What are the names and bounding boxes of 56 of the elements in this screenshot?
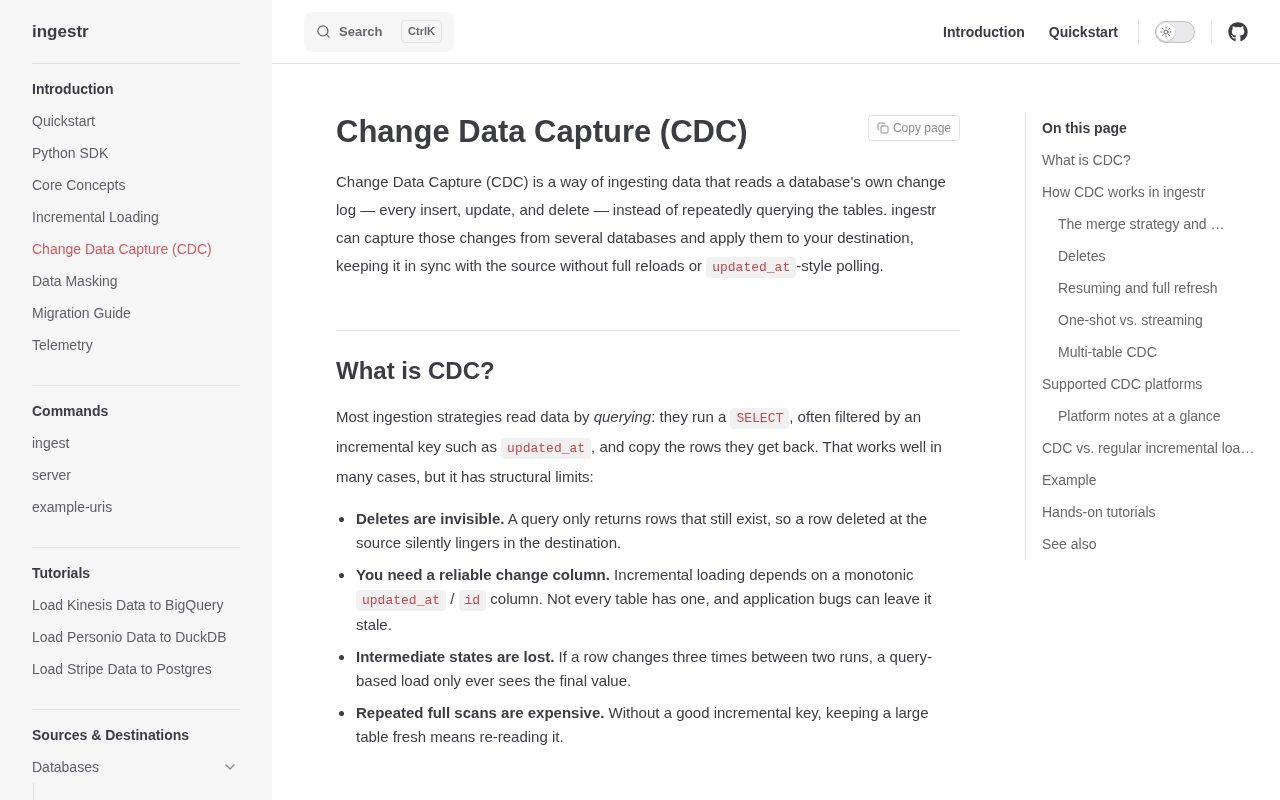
sidebar-group[interactable]: Databases — [32, 757, 240, 777]
page-title: Change Data Capture (CDC) — [336, 113, 748, 151]
toc-link[interactable]: Example — [1042, 470, 1097, 490]
sidebar-link[interactable]: Migration Guide — [32, 303, 131, 323]
sidebar-link[interactable]: Load Stripe Data to Postgres — [32, 659, 212, 679]
toc-link[interactable]: Platform notes at a glance — [1058, 406, 1221, 426]
sidebar-link[interactable]: example-uris — [32, 497, 113, 517]
bullet-icon — [339, 711, 344, 716]
toc-link[interactable]: See also — [1042, 534, 1097, 554]
sidebar-link[interactable]: Load Personio Data to DuckDB — [32, 627, 227, 647]
bullet-icon — [339, 517, 344, 522]
toc-link[interactable]: How CDC works in ingestr — [1042, 182, 1206, 202]
toc-link[interactable]: CDC vs. regular incremental loa… — [1042, 438, 1255, 458]
toc-link[interactable]: Hands-on tutorials — [1042, 502, 1156, 522]
list-item-text: Deletes are invisible. A query only returns rows that still exist, so a row deleted at the source silently lingers in the destination. — [356, 509, 929, 553]
toc-link[interactable]: Multi-table CDC — [1058, 342, 1157, 362]
toc-link[interactable]: One-shot vs. streaming — [1058, 310, 1203, 330]
sidebar-link[interactable]: Telemetry — [32, 335, 93, 355]
toc-link[interactable]: The merge strategy and … — [1058, 214, 1225, 234]
sidebar-link[interactable]: Core Concepts — [32, 175, 126, 195]
theme-toggle[interactable] — [1155, 20, 1195, 43]
section-heading: What is CDC? — [336, 356, 496, 386]
sidebar-link[interactable]: Quickstart — [32, 111, 95, 131]
sun-icon — [1160, 25, 1172, 38]
nav-link[interactable]: Introduction — [943, 21, 1025, 42]
toc-heading: On this page — [1042, 119, 1127, 138]
copy-icon — [876, 122, 889, 134]
sidebar-link[interactable]: ingest — [32, 433, 70, 453]
sidebar-section-heading: Commands — [32, 402, 109, 421]
sidebar-section-heading: Introduction — [32, 80, 114, 99]
sidebar-link[interactable]: Load Kinesis Data to BigQuery — [32, 595, 224, 615]
copy-page-button[interactable]: Copy page — [867, 115, 960, 141]
bullet-icon — [339, 573, 344, 578]
site-title[interactable]: ingestr — [32, 18, 89, 45]
bullet-icon — [339, 655, 344, 660]
list-item-text: You need a reliable change column. Incremental loading depends on a monotonic updated_at / id column. Not every table has one, and application bugs can leave it stale. — [356, 565, 933, 635]
sidebar-link[interactable]: Incremental Loading — [32, 207, 159, 227]
sidebar-link[interactable]: server — [32, 465, 71, 485]
sidebar-link[interactable]: Data Masking — [32, 271, 118, 291]
shortcut-key: CtrlK — [401, 20, 442, 43]
search-icon — [316, 24, 331, 39]
list-item-text: Intermediate states are lost. If a row changes three times between two runs, a query-based load only ever sees the final value. — [356, 647, 934, 691]
toc-link[interactable]: Deletes — [1058, 246, 1106, 266]
sidebar-section-heading: Tutorials — [32, 564, 91, 583]
search-button[interactable]: Search CtrlK — [304, 11, 454, 52]
nav-link[interactable]: Quickstart — [1048, 21, 1118, 42]
toc-link[interactable]: What is CDC? — [1042, 150, 1131, 170]
paragraph: Most ingestion strategies read data by querying: they run a SELECT , often filtered by an incremental key such as updated_at , and copy the rows they get back. That works well in many cases, but it has structural limits: — [336, 407, 943, 487]
toc-link[interactable]: Supported CDC platforms — [1042, 374, 1203, 394]
sidebar-section-heading: Sources & Destinations — [32, 726, 190, 745]
sidebar-link[interactable]: Python SDK — [32, 143, 109, 163]
toc-link[interactable]: Resuming and full refresh — [1058, 278, 1218, 298]
list-item-text: Repeated full scans are expensive. Without a good incremental key, keeping a large table fresh means re-reading it. — [356, 703, 930, 747]
paragraph: Change Data Capture (CDC) is a way of ingesting data that reads a database's own change log — every insert, update, and delete — instead of repeatedly querying the tables. ingestr can capture those changes from several databases and apply them to your destination, keeping it in sync with the source without full reloads or updated_at -style polling. — [336, 168, 960, 282]
sidebar-link[interactable]: Change Data Capture (CDC) — [32, 239, 212, 259]
github-icon[interactable] — [1228, 21, 1248, 42]
